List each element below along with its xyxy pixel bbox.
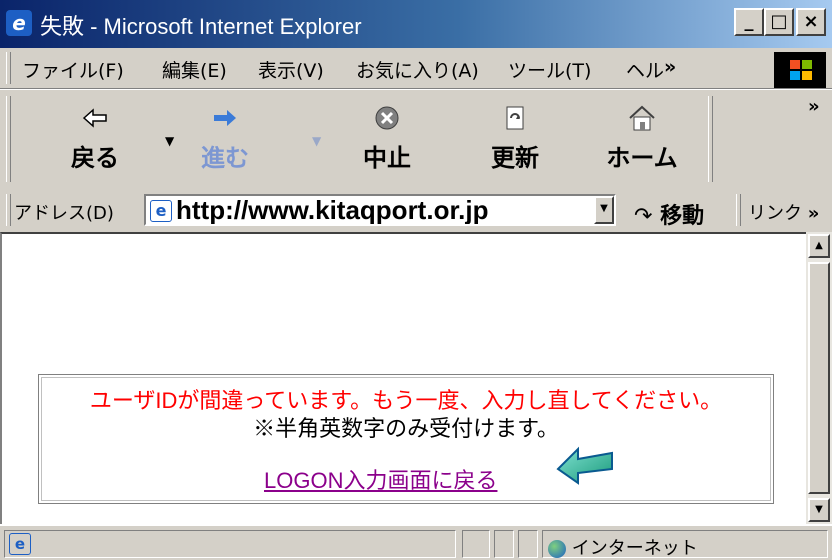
- scroll-up-button[interactable]: ▲: [808, 234, 830, 258]
- menu-file[interactable]: ファイル(F): [22, 56, 124, 83]
- maximize-button[interactable]: □: [764, 8, 794, 36]
- links-button[interactable]: リンク »: [748, 199, 819, 225]
- menu-help[interactable]: ヘル: [626, 56, 664, 83]
- address-grip[interactable]: [6, 194, 11, 226]
- forward-label: 進む: [201, 144, 249, 172]
- browser-window: e 失敗 - Microsoft Internet Explorer _ □ ×…: [0, 0, 832, 560]
- stop-icon: [352, 104, 422, 136]
- scroll-down-button[interactable]: ▼: [808, 498, 830, 522]
- menu-grip[interactable]: [6, 52, 11, 84]
- standard-toolbar: 戻る ▼ 進む ▼ 中止 更新 ホーム »: [0, 89, 832, 191]
- links-overflow-chevron: »: [807, 203, 820, 224]
- page-status-icon: e: [9, 533, 31, 555]
- back-dropdown-arrow[interactable]: ▼: [165, 134, 174, 148]
- go-label: 移動: [660, 204, 705, 229]
- links-grip[interactable]: [736, 194, 741, 226]
- forward-dropdown-arrow[interactable]: ▼: [312, 134, 321, 148]
- forward-arrow-icon: [190, 104, 260, 136]
- stop-button[interactable]: 中止: [352, 104, 422, 173]
- menu-edit[interactable]: 編集(E): [162, 56, 227, 83]
- menu-favorites[interactable]: お気に入り(A): [356, 56, 479, 83]
- globe-icon: [548, 540, 566, 558]
- home-button[interactable]: ホーム: [592, 104, 692, 173]
- status-panel-2: [494, 530, 514, 558]
- page-icon: e: [150, 200, 172, 222]
- zone-label: インターネット: [571, 538, 698, 559]
- status-panel-3: [518, 530, 538, 558]
- ie-icon[interactable]: e: [6, 10, 32, 36]
- refresh-icon: [480, 104, 550, 136]
- toolbar-separator: [708, 96, 713, 182]
- input-note: ※半角英数字のみ受付けます。: [253, 416, 559, 441]
- menu-view[interactable]: 表示(V): [258, 56, 324, 83]
- status-text-panel: e: [4, 530, 456, 558]
- back-button[interactable]: 戻る: [60, 104, 130, 173]
- stop-label: 中止: [363, 144, 411, 172]
- refresh-label: 更新: [491, 144, 539, 172]
- home-label: ホーム: [606, 144, 678, 172]
- back-to-logon-link[interactable]: LOGON入力画面に戻る: [264, 463, 497, 495]
- minimize-button[interactable]: _: [734, 8, 764, 36]
- go-arrow-icon: ↷: [634, 204, 653, 229]
- pointer-arrow-icon: [556, 446, 616, 490]
- go-button[interactable]: ↷ 移動: [634, 198, 704, 230]
- vertical-scrollbar[interactable]: ▲ ▼: [806, 232, 832, 524]
- toolbar-grip[interactable]: [6, 96, 11, 182]
- home-icon: [592, 104, 692, 136]
- back-arrow-icon: [60, 104, 130, 136]
- menu-tools[interactable]: ツール(T): [508, 56, 591, 83]
- error-message-box: ユーザIDが間違っています。もう一度、入力し直してください。 ※半角英数字のみ受…: [38, 374, 774, 504]
- status-bar: e インターネット: [0, 524, 832, 560]
- windows-logo-icon: [774, 52, 826, 88]
- menu-overflow-chevron[interactable]: »: [664, 56, 676, 78]
- address-bar: アドレス(D) e http://www.kitaqport.or.jp ▼ ↷…: [0, 190, 832, 234]
- address-label: アドレス(D): [14, 203, 114, 224]
- menu-bar: ファイル(F) 編集(E) 表示(V) お気に入り(A) ツール(T) ヘル »: [0, 48, 832, 89]
- toolbar-overflow-chevron[interactable]: »: [808, 96, 820, 117]
- address-dropdown-button[interactable]: ▼: [594, 196, 614, 224]
- address-input[interactable]: e http://www.kitaqport.or.jp: [144, 194, 616, 226]
- back-label: 戻る: [71, 144, 119, 172]
- window-title: 失敗 - Microsoft Internet Explorer: [40, 14, 362, 39]
- scroll-thumb[interactable]: [808, 262, 830, 494]
- status-panel-1: [462, 530, 490, 558]
- close-button[interactable]: ×: [796, 8, 826, 36]
- internet-zone: インターネット: [548, 534, 698, 560]
- links-label: リンク: [748, 203, 802, 224]
- title-bar: e 失敗 - Microsoft Internet Explorer _ □ ×: [0, 0, 832, 48]
- address-url[interactable]: http://www.kitaqport.or.jp: [176, 196, 488, 224]
- forward-button[interactable]: 進む: [190, 104, 260, 173]
- refresh-button[interactable]: 更新: [480, 104, 550, 173]
